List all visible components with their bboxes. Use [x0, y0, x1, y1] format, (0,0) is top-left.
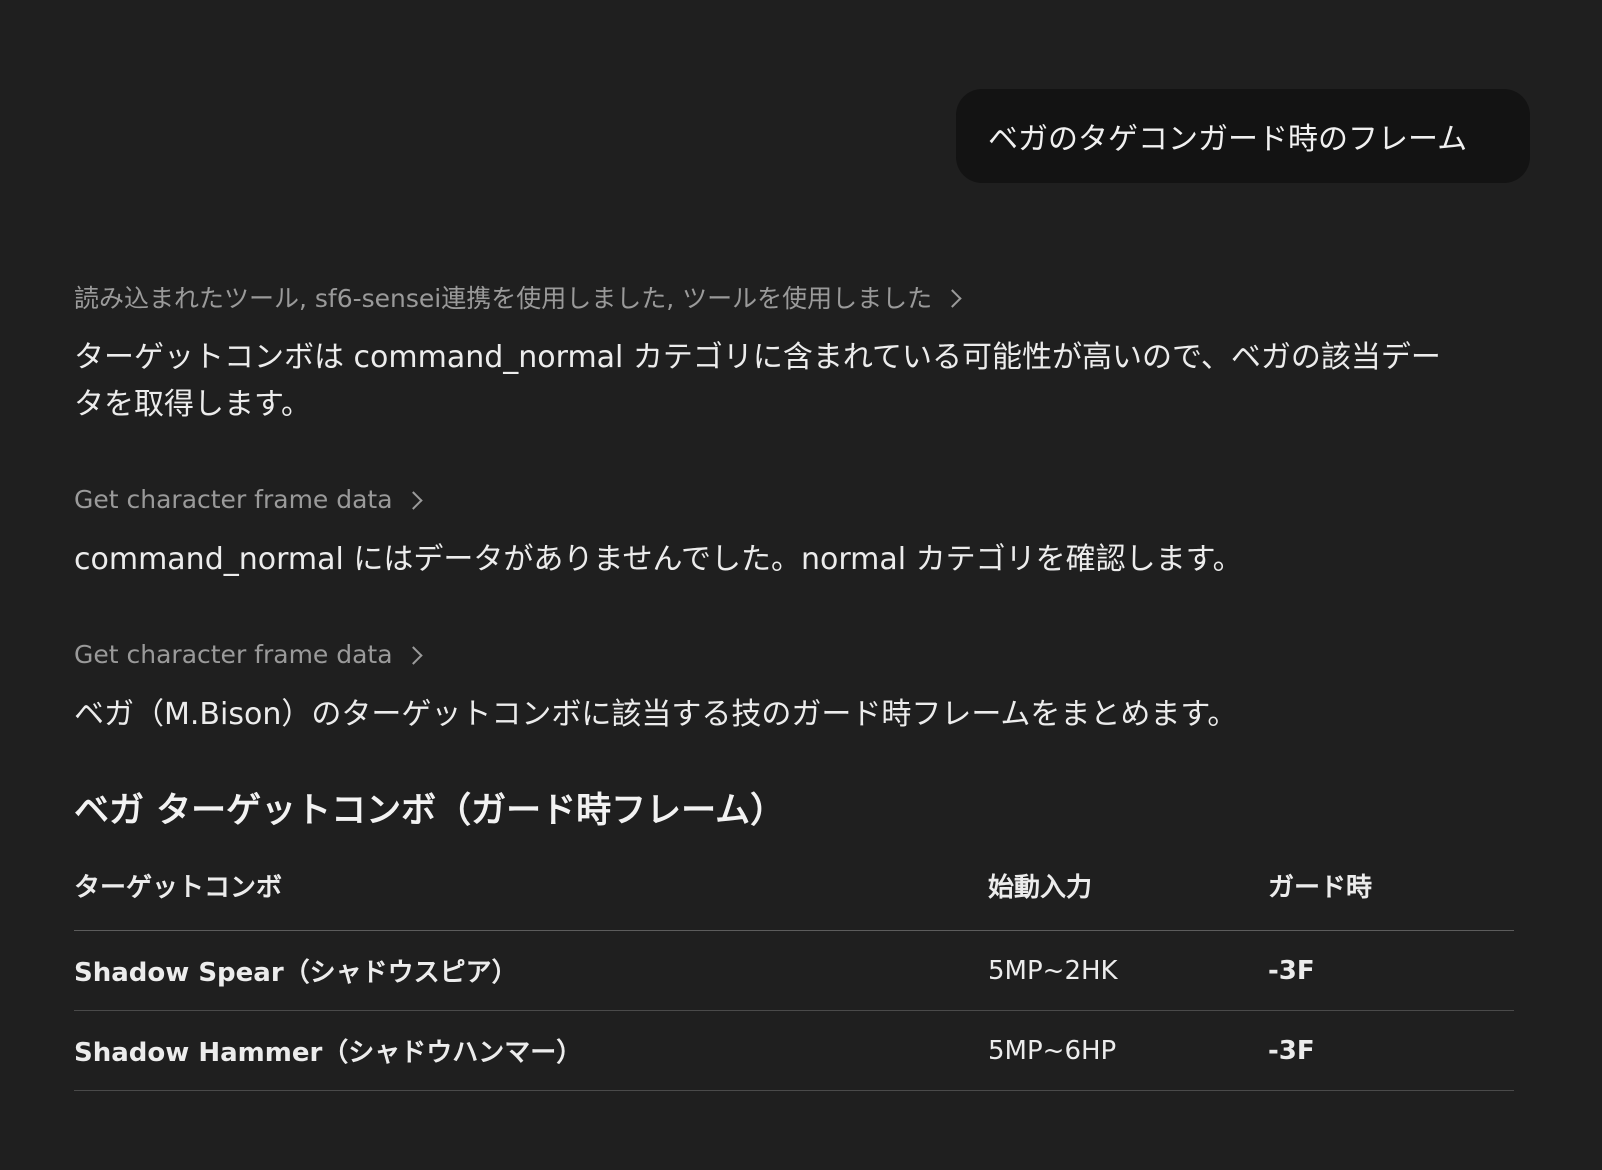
column-header-on-guard: ガード時 — [1268, 867, 1514, 931]
user-message-text: ベガのタゲコンガード時のフレーム — [988, 122, 1468, 157]
tool-call-get-frame-data[interactable]: Get character frame data — [74, 639, 1514, 669]
column-header-starter-input: 始動入力 — [988, 867, 1268, 931]
table-header-row: ターゲットコンボ 始動入力 ガード時 — [74, 867, 1514, 931]
tool-usage-summary[interactable]: 読み込まれたツール, sf6-sensei連携を使用しました, ツールを使用しま… — [74, 282, 1514, 313]
assistant-paragraph: command_normal にはデータがありませんでした。normal カテゴ… — [74, 542, 1243, 577]
tool-usage-label: 読み込まれたツール, sf6-sensei連携を使用しました, ツールを使用しま… — [74, 284, 933, 313]
cell-combo-name: Shadow Hammer（シャドウハンマー） — [74, 1010, 988, 1091]
table-row: Shadow Spear（シャドウスピア） 5MP~2HK -3F — [74, 930, 1514, 1011]
assistant-response: 読み込まれたツール, sf6-sensei連携を使用しました, ツールを使用しま… — [74, 282, 1514, 1091]
column-header-target-combo: ターゲットコンボ — [74, 867, 988, 931]
tool-call-label: Get character frame data — [74, 484, 393, 514]
table-row: Shadow Hammer（シャドウハンマー） 5MP~6HP -3F — [74, 1010, 1514, 1091]
user-message-bubble: ベガのタゲコンガード時のフレーム — [956, 89, 1530, 183]
cell-on-guard: -3F — [1268, 930, 1514, 1011]
tool-call-get-frame-data[interactable]: Get character frame data — [74, 484, 1514, 514]
chevron-right-icon — [943, 288, 962, 308]
assistant-paragraph: ターゲットコンボは command_normal カテゴリに含まれている可能性が… — [74, 340, 1441, 422]
assistant-paragraph: ベガ（M.Bison）のターゲットコンボに該当する技のガード時フレームをまとめま… — [74, 697, 1238, 732]
tool-call-label: Get character frame data — [74, 639, 393, 669]
chevron-right-icon — [403, 490, 423, 510]
cell-starter-input: 5MP~2HK — [988, 930, 1268, 1011]
section-heading: ベガ ターゲットコンボ（ガード時フレーム） — [74, 791, 786, 831]
cell-starter-input: 5MP~6HP — [988, 1010, 1268, 1091]
frame-data-table: ターゲットコンボ 始動入力 ガード時 Shadow Spear（シャドウスピア）… — [74, 867, 1514, 1091]
cell-on-guard: -3F — [1268, 1010, 1514, 1091]
chevron-right-icon — [403, 645, 423, 665]
cell-combo-name: Shadow Spear（シャドウスピア） — [74, 930, 988, 1011]
